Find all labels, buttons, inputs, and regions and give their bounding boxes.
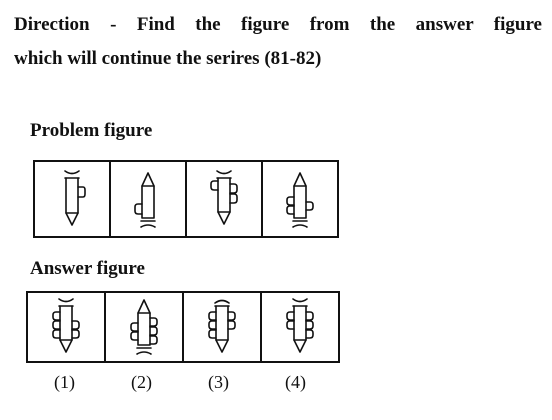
direction-line-2: which will continue the serires (81-82) [14,48,322,69]
problem-figure-row [33,160,339,238]
direction-text: Direction - Find the figure from the ans… [14,8,542,76]
pencil-figure-icon [134,172,156,228]
pencil-figure-icon [130,299,158,355]
pencil-figure-icon [208,299,236,353]
answer-figure-label: Answer figure [30,258,145,279]
pencil-figure-icon [52,298,80,353]
problem-figure-label: Problem figure [30,120,153,141]
problem-figure-2 [111,162,187,236]
answer-figure-3[interactable] [184,293,262,361]
pencil-figure-icon [64,170,86,226]
answer-figure-1[interactable] [28,293,106,361]
pencil-figure-icon [210,170,238,225]
pencil-figure-icon [286,172,314,228]
answer-figure-row [26,291,340,363]
problem-figure-4 [263,162,337,236]
direction-line-1: Direction - Find the figure from the ans… [14,14,542,35]
answer-figure-2[interactable] [106,293,184,361]
option-label-2[interactable]: (2) [103,372,180,393]
option-label-3[interactable]: (3) [180,372,257,393]
problem-figure-3 [187,162,263,236]
answer-figure-4[interactable] [262,293,338,361]
problem-figure-1 [35,162,111,236]
option-label-1[interactable]: (1) [26,372,103,393]
pencil-figure-icon [286,298,314,353]
answer-options: (1) (2) (3) (4) [26,372,336,393]
option-label-4[interactable]: (4) [257,372,334,393]
